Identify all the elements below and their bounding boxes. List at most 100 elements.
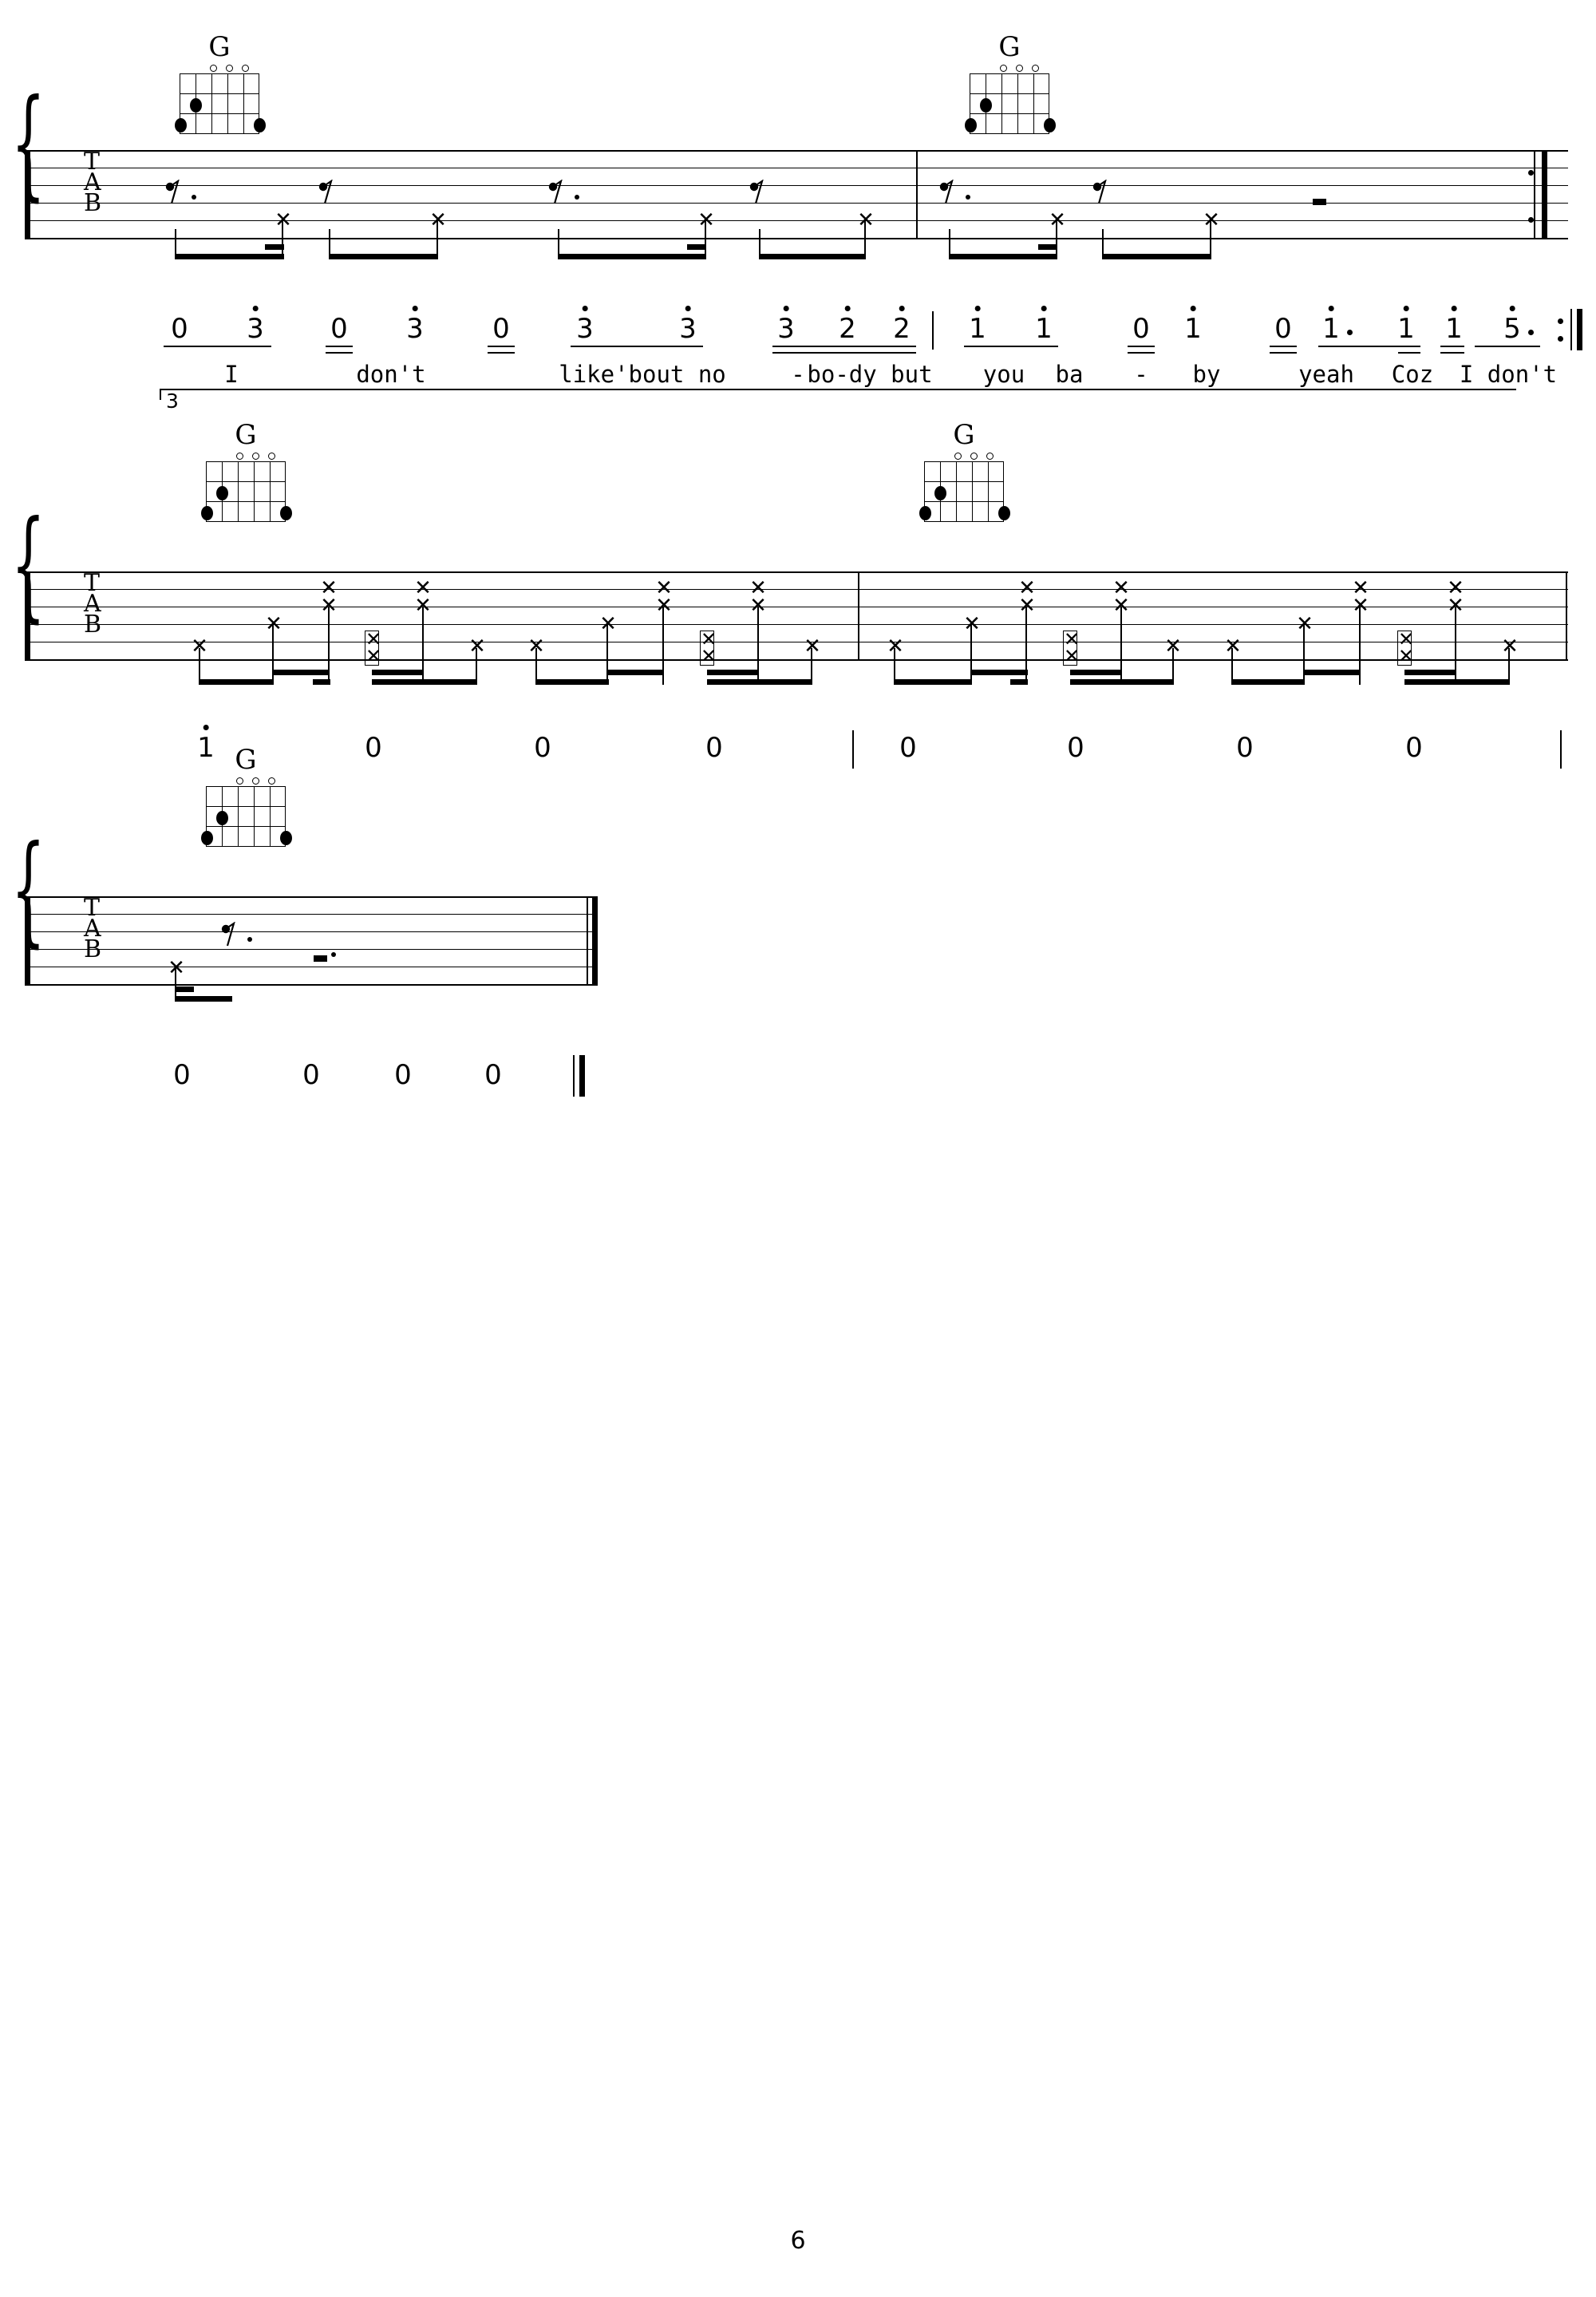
lyric-syllable: Coz (1391, 361, 1434, 388)
beam (199, 679, 274, 685)
jianpu-note: 1 (1322, 306, 1340, 342)
beam-underline (571, 346, 703, 348)
beam (423, 679, 477, 685)
jianpu-note: 0 (171, 313, 188, 345)
jianpu-note: 1 (1184, 306, 1202, 342)
jianpu-note: 2 (893, 306, 911, 342)
chord-fretboard (201, 461, 292, 522)
system-start-barline (25, 896, 30, 986)
page-number: 6 (790, 2227, 806, 2255)
octave-dot (685, 306, 691, 311)
augmentation-dot (247, 937, 252, 942)
eighth-rest (165, 179, 186, 215)
beam (1010, 679, 1028, 685)
beam (1231, 679, 1305, 685)
chord-fretboard (201, 786, 292, 847)
open-string-markers (180, 63, 259, 73)
octave-dot (252, 306, 259, 311)
sheet-music-page: G G {T A B 0 3 0 3 0 3 3 3 2 2 1 1 0 1 … (0, 0, 1596, 2297)
beam (1070, 670, 1121, 675)
octave-dot (203, 725, 209, 730)
finger-dot (934, 486, 946, 500)
beam (707, 670, 758, 675)
octave-dot (582, 306, 588, 311)
beam-underline (488, 346, 515, 348)
beam-hook (265, 244, 284, 250)
beam (272, 670, 330, 675)
jianpu-note: 0 (1274, 313, 1292, 345)
jianpu-note: 3 (777, 306, 795, 342)
note-stem (970, 624, 973, 685)
octave-dot (844, 306, 851, 311)
repeat-dot (1528, 217, 1534, 223)
jianpu-note: 0 (394, 1059, 412, 1091)
chord-fretboard (965, 73, 1056, 134)
system-start-barline (25, 150, 30, 239)
lyric-syllable: - (1134, 361, 1148, 388)
beam (707, 679, 758, 685)
finger-dot (254, 118, 266, 132)
beam-underline (1270, 352, 1297, 354)
beam-underline (326, 352, 353, 354)
eighth-rest (749, 179, 770, 215)
tab-staff-1 (30, 150, 1568, 239)
phrase-bracket-label: 3 (166, 389, 179, 413)
tab-staff-3 (30, 896, 597, 986)
open-string-icon (236, 453, 243, 460)
barline (858, 571, 860, 661)
open-string-icon (1000, 65, 1007, 72)
beam-underline (964, 346, 1058, 348)
muted-strum-x: ✕ ✕ (1447, 576, 1464, 618)
octave-dot (1328, 306, 1334, 311)
tab-clef-letters: T A B (84, 571, 101, 637)
muted-strum-x: ✕ ✕ (749, 576, 767, 618)
beam (1404, 670, 1456, 675)
open-string-icon (970, 453, 978, 460)
beam (372, 679, 423, 685)
jianpu-note: 1 (1035, 306, 1053, 342)
beam (175, 254, 284, 259)
eighth-rest (221, 921, 242, 957)
beam (558, 254, 706, 259)
open-string-markers (206, 776, 286, 786)
note-stem (662, 607, 665, 685)
jianpu-final-barline (579, 1055, 585, 1097)
octave-dot (1041, 306, 1047, 311)
jianpu-barline (573, 1055, 575, 1097)
chord-diagram-g-5: G (198, 746, 294, 847)
beam-underline (1128, 346, 1155, 348)
chord-name: G (235, 419, 257, 451)
lyric-syllable: - (791, 361, 805, 388)
finger-dot (175, 118, 187, 132)
repeat-dot (1558, 318, 1563, 324)
chord-diagram-g-1: G (172, 34, 267, 134)
open-string-markers (206, 451, 286, 461)
beam-underline (1440, 352, 1464, 354)
jianpu-note: 5 (1503, 306, 1521, 342)
jianpu-row-3: 0 0 0 0 (0, 1054, 1596, 1101)
open-string-icon (226, 65, 233, 72)
beam (1456, 679, 1510, 685)
note-stem (1025, 607, 1028, 685)
repeat-barline (1542, 150, 1547, 239)
finger-dot (201, 831, 213, 845)
jianpu-barline (932, 311, 934, 350)
open-string-icon (954, 453, 962, 460)
jianpu-note: 0 (302, 1059, 320, 1091)
open-string-icon (210, 65, 217, 72)
beam (1070, 679, 1121, 685)
muted-strum-box: ✕✕ (1397, 631, 1412, 666)
jianpu-note: 0 (492, 313, 510, 345)
system-2: G G {T A B ✕ ✕ ✕ ✕ ✕ ✕ ✕ ✕ ✕ ✕ ✕ ✕ ✕ ✕ … (0, 415, 1596, 769)
finger-dot (998, 506, 1010, 520)
chord-diagram-g-3: G (198, 421, 294, 522)
octave-dot (783, 306, 789, 311)
beam (949, 254, 1057, 259)
eighth-rest (318, 179, 339, 215)
beam-hook (687, 244, 706, 250)
repeat-dot (1558, 336, 1563, 342)
eighth-rest (548, 179, 569, 215)
repeat-dot (1528, 170, 1534, 176)
augmentation-dot (1528, 330, 1534, 335)
beam (535, 679, 609, 685)
